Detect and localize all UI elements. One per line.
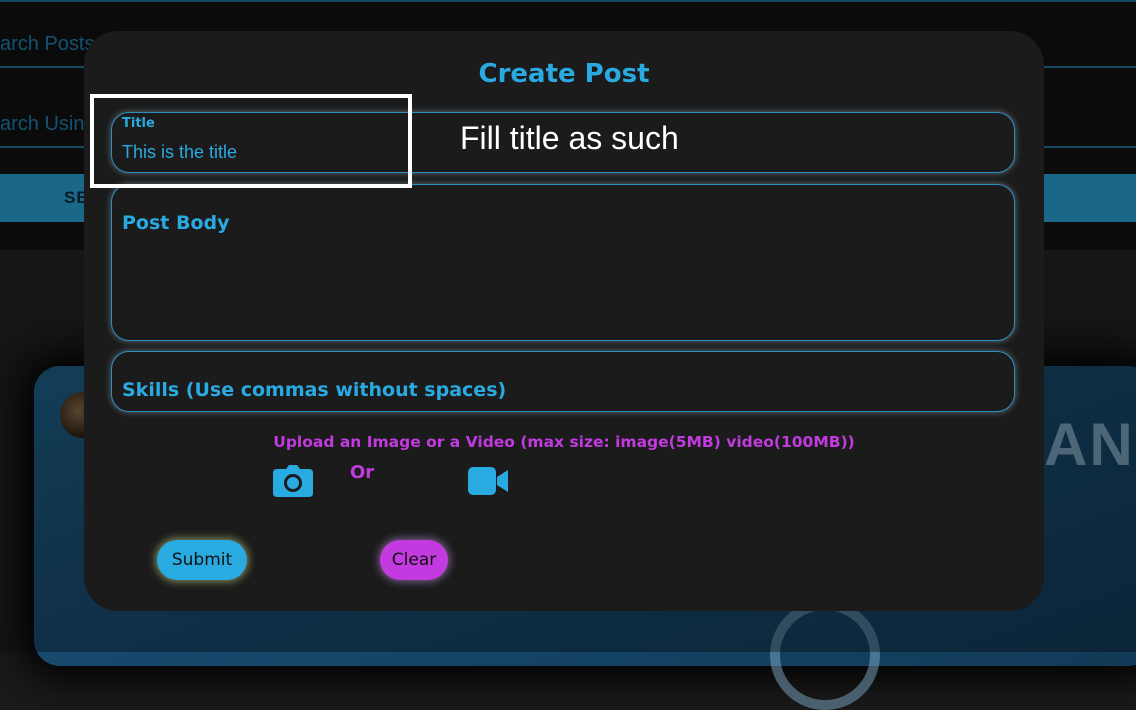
camera-icon[interactable] bbox=[273, 465, 313, 497]
post-body-placeholder: Post Body bbox=[122, 212, 230, 234]
video-camera-icon[interactable] bbox=[468, 467, 508, 495]
annotation-highlight-box bbox=[90, 94, 412, 188]
submit-button[interactable]: Submit bbox=[157, 540, 247, 580]
clear-button[interactable]: Clear bbox=[380, 540, 448, 580]
post-body-field[interactable]: Post Body bbox=[111, 184, 1015, 341]
or-separator: Or bbox=[350, 462, 375, 483]
upload-instructions: Upload an Image or a Video (max size: im… bbox=[273, 433, 855, 451]
annotation-text: Fill title as such bbox=[460, 120, 679, 156]
skills-field[interactable]: Skills (Use commas without spaces) bbox=[111, 351, 1015, 412]
modal-title: Create Post bbox=[478, 59, 650, 89]
skills-placeholder: Skills (Use commas without spaces) bbox=[122, 379, 507, 401]
